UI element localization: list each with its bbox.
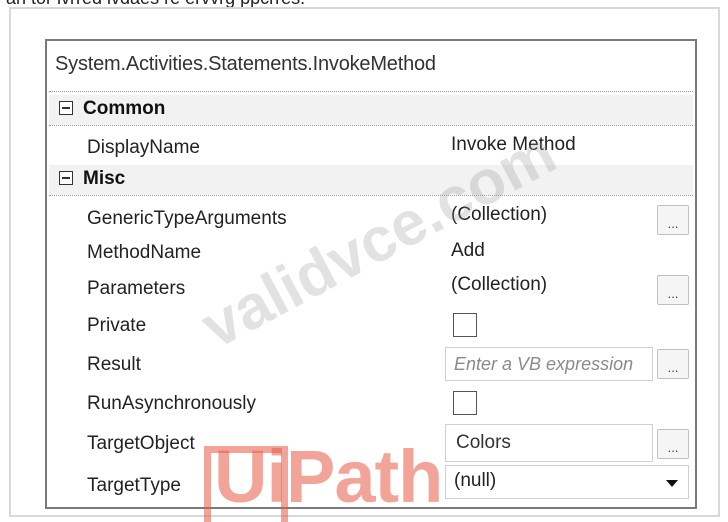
prop-target-object-label: TargetObject — [87, 433, 195, 454]
category-common-label: Common — [83, 98, 166, 119]
generic-type-arguments-edit-button[interactable]: ... — [657, 205, 689, 235]
target-object-input[interactable]: Colors — [445, 424, 653, 462]
prop-method-name-value[interactable]: Add — [451, 240, 485, 262]
target-type-select[interactable]: (null) — [445, 465, 689, 499]
collapse-icon[interactable] — [59, 101, 73, 115]
prop-generic-type-arguments-value: (Collection) — [451, 204, 548, 225]
category-divider — [49, 125, 693, 126]
category-common[interactable]: Common — [49, 95, 693, 125]
prop-result-label: Result — [87, 354, 141, 375]
prop-target-type-label: TargetType — [87, 475, 181, 496]
category-misc[interactable]: Misc — [49, 165, 693, 195]
category-divider — [49, 195, 693, 196]
properties-panel: System.Activities.Statements.InvokeMetho… — [45, 39, 697, 509]
panel-title: System.Activities.Statements.InvokeMetho… — [55, 53, 436, 75]
result-expression-input[interactable]: Enter a VB expression — [445, 347, 653, 381]
collapse-icon[interactable] — [59, 171, 73, 185]
prop-private-label: Private — [87, 315, 147, 336]
parameters-edit-button[interactable]: ... — [657, 275, 689, 305]
prop-run-asynchronously-label: RunAsynchronously — [87, 393, 256, 414]
private-checkbox[interactable] — [453, 313, 477, 337]
run-asynchronously-checkbox[interactable] — [453, 391, 477, 415]
prop-generic-type-arguments-label: GenericTypeArguments — [87, 208, 287, 229]
target-type-selected-value: (null) — [454, 470, 497, 491]
category-misc-label: Misc — [83, 168, 126, 189]
prop-parameters-label: Parameters — [87, 278, 186, 299]
screenshot-frame: System.Activities.Statements.InvokeMetho… — [9, 7, 720, 517]
prop-display-name-value[interactable]: Invoke Method — [451, 134, 576, 156]
prop-display-name-label: DisplayName — [87, 137, 200, 158]
target-object-edit-button[interactable]: ... — [657, 429, 689, 459]
title-divider — [49, 91, 693, 92]
chevron-down-icon[interactable] — [666, 480, 678, 487]
prop-parameters-value: (Collection) — [451, 274, 548, 295]
result-edit-button[interactable]: ... — [657, 349, 689, 379]
prop-method-name-label: MethodName — [87, 242, 202, 263]
